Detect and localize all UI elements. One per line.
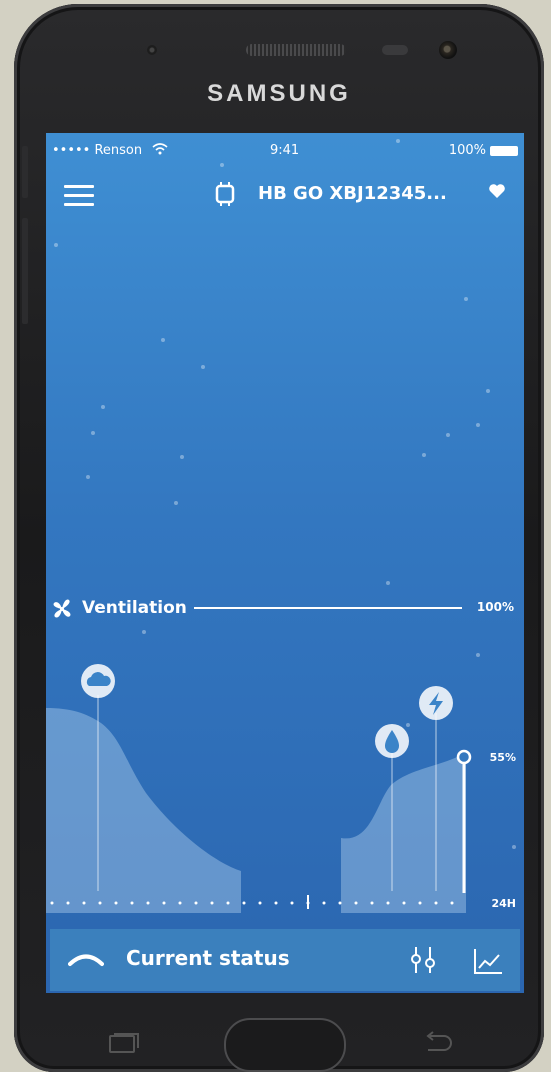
chevron-up-icon[interactable] bbox=[68, 951, 104, 967]
drop-icon[interactable] bbox=[375, 724, 409, 758]
max-level-line bbox=[194, 607, 462, 609]
axis-tick-dot bbox=[402, 901, 406, 905]
battery-group: 100% bbox=[449, 143, 518, 158]
particle bbox=[476, 423, 480, 427]
volume-button bbox=[22, 146, 28, 198]
particle bbox=[161, 338, 165, 342]
menu-icon[interactable] bbox=[64, 185, 94, 207]
brand-logo: SAMSUNG bbox=[207, 80, 351, 107]
particle bbox=[101, 405, 105, 409]
home-button[interactable] bbox=[224, 1018, 346, 1072]
front-camera bbox=[439, 41, 457, 59]
current-level-handle bbox=[456, 749, 472, 765]
particle bbox=[142, 630, 146, 634]
earpiece-speaker bbox=[246, 44, 346, 56]
axis-tick-dot bbox=[114, 901, 118, 905]
carrier-label: ••••• Renson bbox=[52, 143, 143, 158]
axis-tick-dot bbox=[258, 901, 262, 905]
history-area-left bbox=[46, 708, 241, 913]
axis-tick-dot bbox=[386, 901, 390, 905]
ventilation-row: Ventilation 100% bbox=[50, 596, 524, 620]
proximity-sensor bbox=[382, 45, 408, 55]
battery-icon bbox=[490, 145, 518, 156]
history-area-right bbox=[341, 753, 466, 913]
fan-icon bbox=[53, 599, 71, 618]
status-bar: ••••• Renson 9:41 100% bbox=[52, 143, 518, 161]
ventilation-chart bbox=[46, 664, 472, 913]
graph-icon[interactable] bbox=[472, 947, 504, 975]
time-range-label: 24H bbox=[491, 897, 516, 910]
max-level-label: 100% bbox=[476, 600, 514, 614]
current-status-title[interactable]: Current status bbox=[126, 946, 290, 970]
axis-tick-dot bbox=[290, 901, 294, 905]
axis-tick-dot bbox=[130, 901, 134, 905]
app-header: HB GO XBJ12345... bbox=[46, 179, 524, 215]
device-icon bbox=[215, 182, 235, 206]
wifi-icon bbox=[152, 143, 168, 155]
particle bbox=[386, 581, 390, 585]
particle bbox=[220, 163, 224, 167]
particle bbox=[180, 455, 184, 459]
axis-tick-dot bbox=[274, 901, 278, 905]
front-sensor bbox=[147, 45, 157, 55]
current-status-bar[interactable]: Current status bbox=[50, 929, 520, 991]
particle bbox=[486, 389, 490, 393]
particle bbox=[201, 365, 205, 369]
axis-tick-dot bbox=[338, 901, 342, 905]
particle bbox=[446, 433, 450, 437]
axis-tick-dot bbox=[226, 901, 230, 905]
axis-tick-dot bbox=[50, 901, 54, 905]
clock: 9:41 bbox=[270, 143, 300, 158]
ventilation-label: Ventilation bbox=[82, 598, 187, 618]
particle bbox=[422, 453, 426, 457]
battery-percent: 100% bbox=[448, 143, 486, 158]
recent-apps-icon[interactable] bbox=[108, 1032, 140, 1054]
heart-icon[interactable] bbox=[488, 183, 506, 199]
app-screen: ••••• Renson 9:41 100% HB GO XBJ12345... bbox=[46, 133, 524, 993]
sliders-icon[interactable] bbox=[410, 945, 438, 975]
device-name[interactable]: HB GO XBJ12345... bbox=[258, 183, 447, 204]
axis-tick-dot bbox=[354, 901, 358, 905]
axis-tick-dot bbox=[82, 901, 86, 905]
axis-tick-dot bbox=[98, 901, 102, 905]
particle bbox=[464, 297, 468, 301]
particle bbox=[174, 501, 178, 505]
axis-tick-dot bbox=[146, 901, 150, 905]
axis-tick-dot bbox=[370, 901, 374, 905]
axis-tick-dot bbox=[322, 901, 326, 905]
axis-tick-dot bbox=[434, 901, 438, 905]
axis-tick-dot bbox=[178, 901, 182, 905]
carrier-group: ••••• Renson bbox=[52, 143, 168, 158]
cloud-icon[interactable] bbox=[81, 664, 115, 698]
axis-tick-dot bbox=[194, 901, 198, 905]
back-icon[interactable] bbox=[420, 1030, 454, 1056]
axis-tick-dot bbox=[210, 901, 214, 905]
axis-tick-dot bbox=[418, 901, 422, 905]
particle bbox=[54, 243, 58, 247]
particle bbox=[91, 431, 95, 435]
particle bbox=[86, 475, 90, 479]
axis-tick-dot bbox=[66, 901, 70, 905]
axis-tick-dot bbox=[242, 901, 246, 905]
now-marker bbox=[307, 895, 309, 909]
side-key bbox=[22, 218, 28, 324]
axis-tick-dot bbox=[162, 901, 166, 905]
axis-tick-dot bbox=[450, 901, 454, 905]
level-label: 55% bbox=[489, 751, 516, 764]
bolt-icon[interactable] bbox=[419, 686, 453, 720]
